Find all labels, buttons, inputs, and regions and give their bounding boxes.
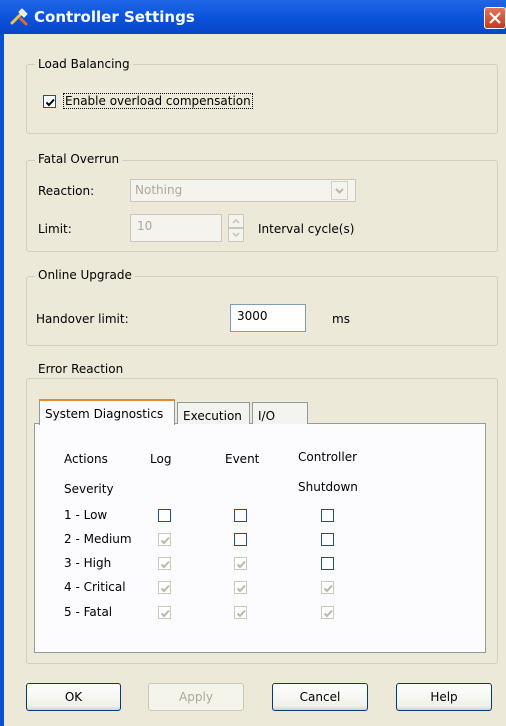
severity-label: 2 - Medium xyxy=(64,532,132,546)
shutdown-checkbox[interactable] xyxy=(321,509,334,522)
checkmark-icon xyxy=(236,560,246,569)
tab-execution[interactable]: Execution xyxy=(177,402,250,424)
reaction-dropdown-button[interactable] xyxy=(331,181,348,200)
window-title: Controller Settings xyxy=(34,8,195,26)
log-checkbox[interactable] xyxy=(158,581,171,594)
fatal-overrun-group xyxy=(26,160,498,252)
event-checkbox[interactable] xyxy=(234,581,247,594)
handover-unit-label: ms xyxy=(332,312,350,326)
checkmark-icon xyxy=(160,536,170,545)
online-upgrade-legend: Online Upgrade xyxy=(35,268,135,282)
shutdown-header: Shutdown xyxy=(298,480,358,494)
event-checkbox[interactable] xyxy=(234,557,247,570)
reaction-select-value: Nothing xyxy=(135,183,183,197)
controller-header: Controller xyxy=(298,450,358,464)
checkmark-icon xyxy=(236,584,246,593)
checkmark-icon xyxy=(323,584,333,593)
limit-spin-up-button[interactable] xyxy=(228,214,244,228)
fatal-overrun-legend: Fatal Overrun xyxy=(35,152,123,166)
event-checkbox[interactable] xyxy=(234,533,247,546)
close-icon xyxy=(489,12,501,24)
reaction-select[interactable]: Nothing xyxy=(130,179,356,202)
tab-io[interactable]: I/O xyxy=(252,402,308,424)
limit-spin-down-button[interactable] xyxy=(228,228,244,242)
close-button[interactable] xyxy=(484,7,506,29)
checkmark-icon xyxy=(160,560,170,569)
log-checkbox[interactable] xyxy=(158,509,171,522)
severity-header: Severity xyxy=(64,482,114,496)
severity-label: 4 - Critical xyxy=(64,580,126,594)
handover-limit-value: 3000 xyxy=(237,309,268,323)
cancel-button[interactable]: Cancel xyxy=(272,683,368,711)
window-frame-left xyxy=(0,34,4,726)
checkmark-icon xyxy=(45,98,55,107)
limit-label: Limit: xyxy=(38,222,72,236)
apply-button[interactable]: Apply xyxy=(148,683,244,711)
tab-system-diagnostics[interactable]: System Diagnostics xyxy=(39,399,175,425)
spin-down-icon xyxy=(232,232,240,238)
reaction-label: Reaction: xyxy=(38,184,95,198)
log-checkbox[interactable] xyxy=(158,606,171,619)
limit-input-value: 10 xyxy=(137,219,153,233)
error-reaction-legend: Error Reaction xyxy=(35,362,127,376)
shutdown-checkbox[interactable] xyxy=(321,557,334,570)
wrench-tool-icon xyxy=(10,8,28,26)
ok-button[interactable]: OK xyxy=(26,683,121,711)
handover-limit-label: Handover limit: xyxy=(36,312,129,326)
limit-input[interactable]: 10 xyxy=(130,214,222,242)
shutdown-checkbox[interactable] xyxy=(321,606,334,619)
severity-label: 3 - High xyxy=(64,556,112,570)
event-checkbox[interactable] xyxy=(234,509,247,522)
checkmark-icon xyxy=(160,584,170,593)
shutdown-checkbox[interactable] xyxy=(321,533,334,546)
checkmark-icon xyxy=(160,609,170,618)
limit-unit-label: Interval cycle(s) xyxy=(258,222,355,236)
chevron-down-icon xyxy=(335,188,344,194)
load-balancing-legend: Load Balancing xyxy=(35,57,133,71)
event-header: Event xyxy=(225,452,260,466)
log-header: Log xyxy=(150,452,172,466)
overload-compensation-label[interactable]: Enable overload compensation xyxy=(63,93,253,109)
actions-header: Actions xyxy=(64,452,108,466)
checkmark-icon xyxy=(323,609,333,618)
severity-label: 1 - Low xyxy=(64,508,108,522)
help-button[interactable]: Help xyxy=(396,683,492,711)
log-checkbox[interactable] xyxy=(158,557,171,570)
spin-up-icon xyxy=(232,218,240,224)
severity-label: 5 - Fatal xyxy=(64,605,113,619)
event-checkbox[interactable] xyxy=(234,606,247,619)
handover-limit-input[interactable]: 3000 xyxy=(230,304,306,332)
overload-compensation-checkbox[interactable] xyxy=(43,95,56,108)
log-checkbox[interactable] xyxy=(158,533,171,546)
shutdown-checkbox[interactable] xyxy=(321,581,334,594)
checkmark-icon xyxy=(236,609,246,618)
